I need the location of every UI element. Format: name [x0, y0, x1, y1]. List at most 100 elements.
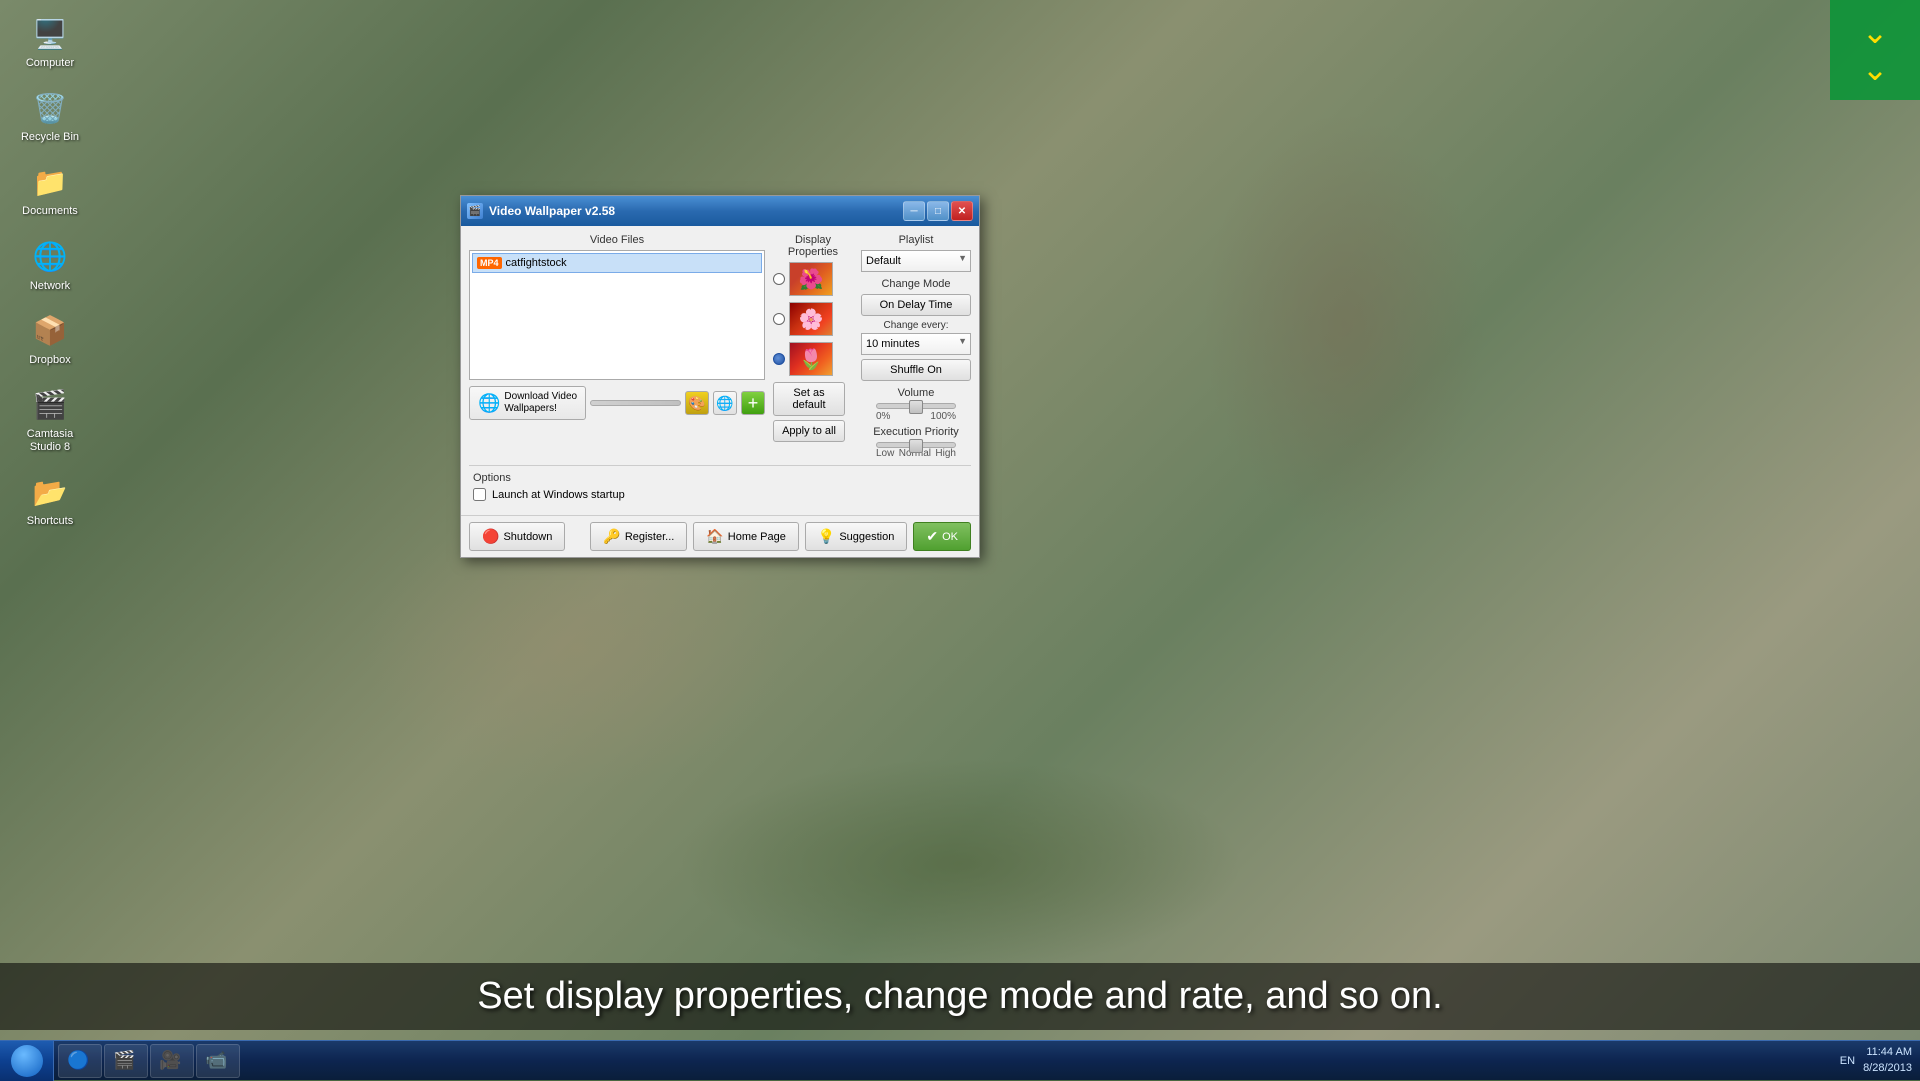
top-right-widget[interactable]: ⌄ ⌄	[1830, 0, 1920, 100]
desktop-icon-shortcuts[interactable]: 📂 Shortcuts	[10, 468, 90, 532]
change-mode-title: Change Mode	[861, 278, 971, 290]
dropbox-label: Dropbox	[29, 354, 71, 367]
shutdown-icon: 🔴	[482, 528, 499, 545]
thumb-flower-2: 🌸	[790, 303, 832, 335]
display-properties-title: Display Properties	[773, 234, 853, 258]
thumb-preview-2[interactable]: 🌸	[789, 302, 833, 336]
documents-icon: 📁	[30, 162, 70, 202]
clock-time: 11:44 AM	[1863, 1045, 1912, 1060]
volume-max-label: 100%	[930, 411, 956, 422]
ok-button[interactable]: ✔ OK	[913, 522, 971, 551]
taskbar-app-4-icon: 📹	[205, 1050, 227, 1071]
language-indicator: EN	[1840, 1055, 1855, 1067]
volume-slider-container: 0% 100%	[861, 403, 971, 422]
taskbar-app-1[interactable]: 🔵	[58, 1044, 102, 1078]
launch-startup-checkbox[interactable]	[473, 488, 486, 501]
close-button[interactable]: ✕	[951, 201, 973, 221]
register-label: Register...	[625, 531, 675, 543]
add-file-button[interactable]: +	[741, 391, 765, 415]
desktop-icon-dropbox[interactable]: 📦 Dropbox	[10, 307, 90, 371]
apply-all-button[interactable]: Apply to all	[773, 420, 845, 442]
volume-section: Volume 0% 100%	[861, 387, 971, 422]
ok-label: OK	[942, 531, 958, 543]
dialog-titlebar[interactable]: 🎬 Video Wallpaper v2.58 ─ □ ✕	[461, 196, 979, 226]
desktop-icon-documents[interactable]: 📁 Documents	[10, 158, 90, 222]
thumb-preview-3[interactable]: 🌷	[789, 342, 833, 376]
minimize-button[interactable]: ─	[903, 201, 925, 221]
register-button[interactable]: 🔑 Register...	[590, 522, 687, 551]
on-delay-time-button[interactable]: On Delay Time	[861, 294, 971, 316]
priority-high-label: High	[935, 448, 956, 459]
suggestion-label: Suggestion	[839, 531, 894, 543]
video-toolbar: 🌐 Download VideoWallpapers! 🎨 🌐 +	[469, 386, 765, 420]
computer-icon: 🖥️	[30, 14, 70, 54]
download-label: Download VideoWallpapers!	[504, 391, 577, 415]
suggestion-button[interactable]: 💡 Suggestion	[805, 522, 907, 551]
thumb-preview-1[interactable]: 🌺	[789, 262, 833, 296]
color-picker-button[interactable]: 🎨	[685, 391, 709, 415]
shortcuts-label: Shortcuts	[27, 515, 73, 528]
desktop-icon-camtasia[interactable]: 🎬 Camtasia Studio 8	[10, 381, 90, 458]
radio-display-3[interactable]	[773, 353, 785, 365]
playlist-dropdown[interactable]: Default	[861, 250, 971, 272]
taskbar-app-2[interactable]: 🎬	[104, 1044, 148, 1078]
thumb-row-2: 🌸	[773, 302, 853, 336]
radio-display-1[interactable]	[773, 273, 785, 285]
recycle-bin-icon: 🗑️	[30, 88, 70, 128]
options-section: Options Launch at Windows startup	[469, 465, 971, 507]
maximize-button[interactable]: □	[927, 201, 949, 221]
home-page-button[interactable]: 🏠 Home Page	[693, 522, 799, 551]
home-page-label: Home Page	[728, 531, 786, 543]
volume-thumb	[909, 400, 923, 414]
video-list-item[interactable]: MP4 catfightstock	[472, 253, 762, 273]
dialog-main-content: Video Files MP4 catfightstock 🌐 Download…	[469, 234, 971, 459]
video-files-title: Video Files	[469, 234, 765, 246]
computer-label: Computer	[26, 57, 74, 70]
radio-display-2[interactable]	[773, 313, 785, 325]
network-label: Network	[30, 280, 70, 293]
set-default-button[interactable]: Set as default	[773, 382, 845, 416]
volume-title: Volume	[861, 387, 971, 399]
desktop-icon-recycle-bin[interactable]: 🗑️ Recycle Bin	[10, 84, 90, 148]
priority-low-label: Low	[876, 448, 894, 459]
taskbar-right: EN 11:44 AM 8/28/2013	[1832, 1045, 1920, 1076]
add-from-web-button[interactable]: 🌐	[713, 391, 737, 415]
dialog-window-controls: ─ □ ✕	[903, 201, 973, 221]
taskbar-app-4[interactable]: 📹	[196, 1044, 240, 1078]
video-files-section: Video Files MP4 catfightstock 🌐 Download…	[469, 234, 765, 459]
caption-bar: Set display properties, change mode and …	[0, 963, 1920, 1030]
thumb-flower-1: 🌺	[790, 263, 832, 295]
network-icon: 🌐	[30, 237, 70, 277]
recycle-bin-label: Recycle Bin	[21, 131, 79, 144]
interval-dropdown[interactable]: 10 minutes	[861, 333, 971, 355]
thumb-flower-3: 🌷	[790, 343, 832, 375]
interval-dropdown-wrapper: 10 minutes	[861, 333, 971, 355]
windows-orb	[11, 1045, 43, 1077]
change-every-label: Change every:	[861, 320, 971, 331]
taskbar-app-1-icon: 🔵	[67, 1050, 89, 1071]
desktop-icon-network[interactable]: 🌐 Network	[10, 233, 90, 297]
video-filename: catfightstock	[506, 257, 567, 269]
playlist-section: Playlist Default Change Mode On Delay Ti…	[861, 234, 971, 459]
priority-slider[interactable]	[876, 442, 956, 448]
playlist-title: Playlist	[861, 234, 971, 246]
launch-startup-row: Launch at Windows startup	[473, 488, 967, 501]
video-list-container[interactable]: MP4 catfightstock	[469, 250, 765, 380]
launch-startup-label: Launch at Windows startup	[492, 489, 625, 501]
video-progress-slider[interactable]	[590, 400, 681, 406]
chevron-down-icon-2: ⌄	[1862, 53, 1889, 85]
start-button[interactable]	[0, 1041, 54, 1081]
documents-label: Documents	[22, 205, 78, 218]
shutdown-button[interactable]: 🔴 Shutdown	[469, 522, 565, 551]
shuffle-button[interactable]: Shuffle On	[861, 359, 971, 381]
volume-min-label: 0%	[876, 411, 890, 422]
desktop-icon-computer[interactable]: 🖥️ Computer	[10, 10, 90, 74]
volume-slider[interactable]	[876, 403, 956, 409]
camtasia-label: Camtasia Studio 8	[14, 428, 86, 454]
download-icon: 🌐	[478, 393, 500, 414]
dialog-title: Video Wallpaper v2.58	[489, 204, 897, 218]
download-video-button[interactable]: 🌐 Download VideoWallpapers!	[469, 386, 586, 420]
dropbox-icon: 📦	[30, 311, 70, 351]
taskbar-app-3[interactable]: 🎥	[150, 1044, 194, 1078]
options-title: Options	[473, 472, 967, 484]
